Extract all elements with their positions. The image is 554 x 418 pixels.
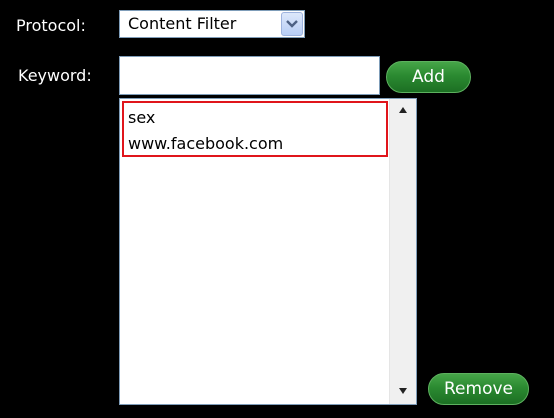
listbox-scrollbar[interactable] [389,99,416,404]
list-item[interactable]: www.facebook.com [120,131,389,157]
scroll-down-button[interactable] [390,382,416,402]
remove-button[interactable]: Remove [428,373,529,405]
content-filter-panel: Protocol: Content Filter Keyword: Add se… [0,0,554,418]
keyword-list: sex www.facebook.com [120,99,389,157]
triangle-down-icon [399,388,407,394]
list-item[interactable]: sex [120,105,389,131]
protocol-label: Protocol: [16,16,86,35]
keyword-input[interactable] [119,56,380,95]
scroll-up-button[interactable] [390,101,416,121]
keyword-listbox[interactable]: sex www.facebook.com [119,98,417,405]
add-button[interactable]: Add [386,61,471,93]
protocol-select[interactable]: Content Filter [119,10,305,38]
chevron-down-icon [286,20,298,28]
select-dropdown-button[interactable] [281,12,303,36]
protocol-select-value: Content Filter [128,14,237,33]
keyword-label: Keyword: [18,66,92,85]
triangle-up-icon [399,107,407,113]
